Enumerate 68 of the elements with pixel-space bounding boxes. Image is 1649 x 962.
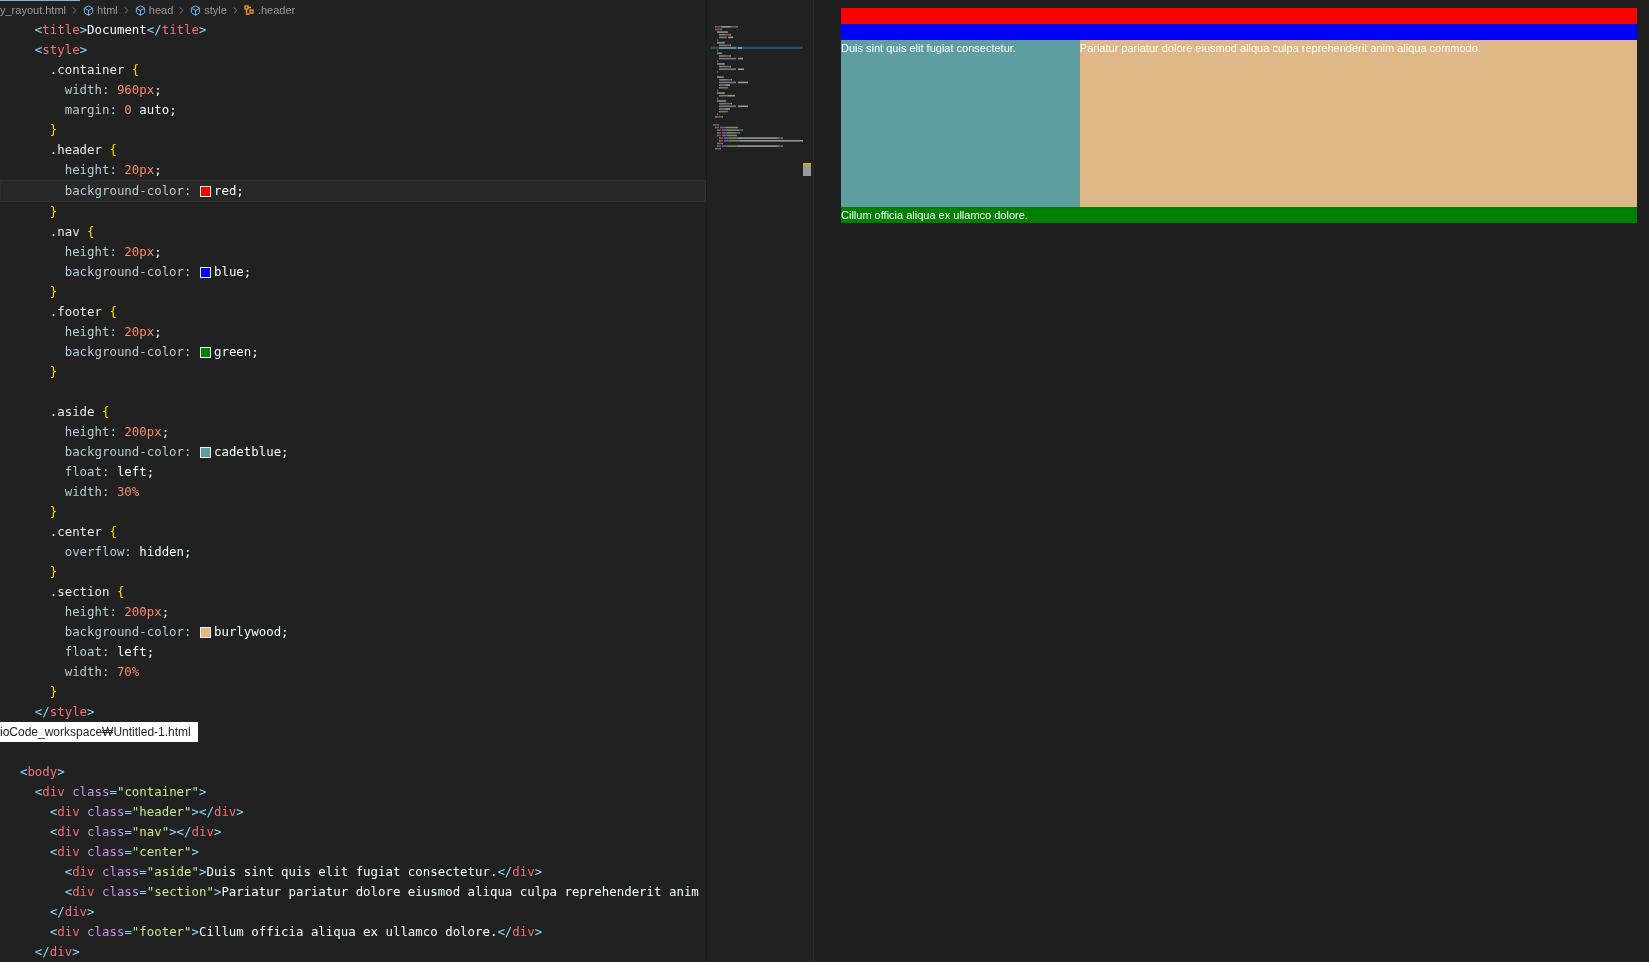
code-text: red; [213,182,244,200]
code-text: height: 20px; [63,323,162,341]
code-text: <div class="header"></div> [48,803,244,821]
code-text: width: 960px; [63,81,162,99]
code-text: float: left; [63,643,155,661]
code-text: height: 200px; [63,603,170,621]
code-text: green; [213,343,259,361]
code-text: .footer { [48,303,117,321]
code-text: burlywood; [213,623,289,641]
code-text: } [48,121,58,139]
code-text: } [48,683,58,701]
code-text: background-color: [63,182,193,200]
breadcrumb-item[interactable]: head [134,4,174,16]
code-text: .nav { [48,223,95,241]
code-text: <title>Document</title> [33,21,207,39]
code-text: </div> [33,943,80,961]
overview-ruler-mark [803,163,811,176]
code-text: <div class="container"> [33,783,207,801]
breadcrumb-item[interactable]: y_rayout.html [0,4,67,16]
code-text: } [48,503,58,521]
code-text: width: 30% [63,483,140,501]
code-text: } [48,363,58,381]
code-text: .center { [48,523,117,541]
code-text: background-color: [63,343,193,361]
code-text: float: left; [63,463,155,481]
color-swatch-icon[interactable] [199,446,211,458]
breadcrumb-item[interactable]: .header [243,4,296,16]
code-text: <div class="aside">Duis sint quis elit fugiat consectetur.</div> [63,863,543,881]
code-text: </style> [33,703,95,721]
code-text: } [48,283,58,301]
cube-icon [134,4,146,16]
section-panel: Pariatur pariatur dolore eiusmod aliqua culpa reprehenderit anim aliqua commodo. [1079,40,1637,207]
code-text: .section { [48,583,125,601]
color-swatch-icon[interactable] [199,346,211,358]
code-text: <div class="nav"></div> [48,823,222,841]
color-swatch-icon[interactable] [199,185,211,197]
code-text: } [48,563,58,581]
code-text: .header { [48,141,117,159]
code-text: height: 20px; [63,243,162,261]
color-swatch-icon[interactable] [199,626,211,638]
code-text: </div> [48,903,95,921]
code-text: <div class="footer">Cillum officia aliqua ex ullamco dolore.</div> [48,923,543,941]
cube-icon [190,4,202,16]
code-text: blue; [213,263,252,281]
path-tooltip: ioCode_workspace₩Untitled-1.html [0,722,198,742]
symbol-icon [243,4,255,16]
code-text: <div class="section">Pariatur pariatur dolore eiusmod aliqua culpa reprehenderit anim [63,883,699,901]
code-text: cadetblue; [213,443,289,461]
code-text: .aside { [48,403,110,421]
code-text: background-color: [63,623,193,641]
code-text: <style> [33,41,88,59]
code-text: overflow: hidden; [63,543,192,561]
code-text: .container { [48,61,140,79]
breadcrumb-item[interactable]: style [190,4,227,16]
color-swatch-icon[interactable] [199,266,211,278]
cube-icon [83,4,95,16]
code-text: height: 200px; [63,423,170,441]
code-text: background-color: [63,263,193,281]
breadcrumb-item[interactable]: html [83,4,118,16]
code-text: <body> [18,763,65,781]
code-text: margin: 0 auto; [63,101,177,119]
footer-bar: Cillum officia aliqua ex ullamco dolore. [841,207,1637,223]
code-text: width: 70% [63,663,140,681]
code-text: <div class="center"> [48,843,199,861]
code-text: background-color: [63,443,193,461]
code-text: } [48,203,58,221]
code-text: height: 20px; [63,161,162,179]
aside-panel: Duis sint quis elit fugiat consectetur. [841,40,1080,207]
